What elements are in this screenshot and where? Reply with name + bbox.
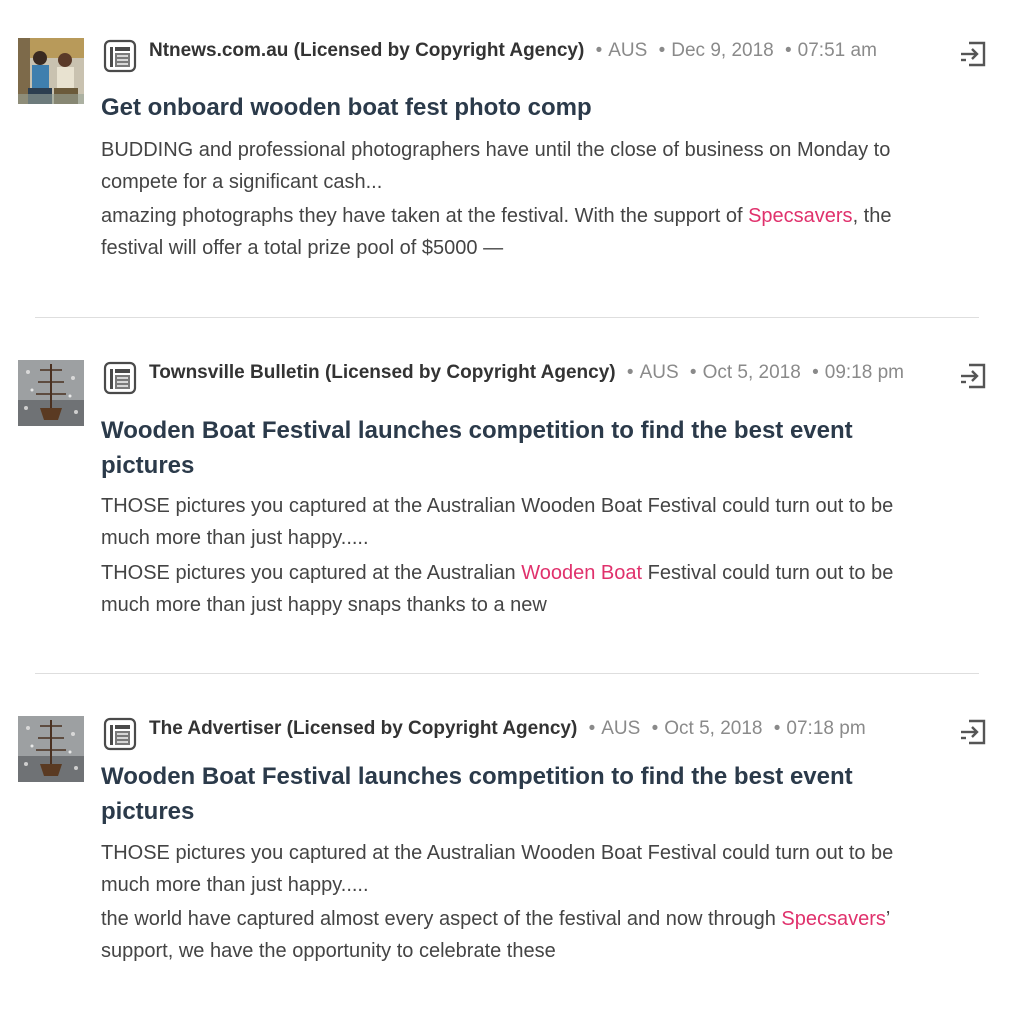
- boat-photo-thumbnail[interactable]: [18, 716, 84, 782]
- boat-photo-thumbnail[interactable]: [18, 360, 84, 426]
- meta-separator: •: [773, 718, 781, 739]
- article-snippet: the world have captured almost every asp…: [101, 903, 921, 967]
- meta-separator: •: [626, 362, 634, 383]
- article-summary: THOSE pictures you captured at the Austr…: [101, 842, 894, 896]
- article-time: 07:18 pm: [786, 718, 866, 739]
- article-source[interactable]: Townsville Bulletin (Licensed by Copyrig…: [149, 362, 616, 383]
- snippet-highlight: Specsavers: [748, 205, 853, 227]
- article-source[interactable]: Ntnews.com.au (Licensed by Copyright Age…: [149, 40, 584, 61]
- article-title[interactable]: Wooden Boat Festival launches competitio…: [101, 413, 941, 483]
- article-time: 09:18 pm: [824, 362, 904, 383]
- open-in-icon[interactable]: [957, 716, 989, 748]
- open-in-icon[interactable]: [957, 38, 989, 70]
- snippet-text: the world have captured almost every asp…: [101, 908, 782, 930]
- article-meta: The Advertiser (Licensed by Copyright Ag…: [149, 716, 939, 742]
- divider: [35, 317, 979, 318]
- newspaper-icon: [102, 360, 138, 396]
- article-source[interactable]: The Advertiser (Licensed by Copyright Ag…: [149, 718, 577, 739]
- meta-separator: •: [588, 718, 596, 739]
- snippet-highlight: Specsavers: [781, 908, 886, 930]
- article-date: Oct 5, 2018: [664, 718, 763, 739]
- article-summary: THOSE pictures you captured at the Austr…: [101, 495, 894, 549]
- divider: [35, 673, 979, 674]
- meta-separator: •: [595, 40, 603, 61]
- snippet-text: amazing photographs they have taken at t…: [101, 205, 749, 227]
- article-snippet: amazing photographs they have taken at t…: [101, 200, 921, 264]
- article-meta: Ntnews.com.au (Licensed by Copyright Age…: [149, 38, 939, 64]
- article-country: AUS: [601, 718, 641, 739]
- newspaper-icon: [102, 716, 138, 752]
- article-date: Dec 9, 2018: [671, 40, 774, 61]
- meta-separator: •: [785, 40, 792, 61]
- snippet-highlight: Wooden Boat: [521, 562, 643, 584]
- article-country: AUS: [639, 362, 679, 383]
- article-time: 07:51 am: [797, 40, 877, 61]
- article-date: Oct 5, 2018: [702, 362, 801, 383]
- meta-separator: •: [812, 362, 819, 383]
- meta-separator: •: [689, 362, 697, 383]
- meta-separator: •: [658, 40, 666, 61]
- article-summary: BUDDING and professional photographers h…: [101, 139, 891, 193]
- open-in-icon[interactable]: [957, 360, 989, 392]
- article-title[interactable]: Wooden Boat Festival launches competitio…: [101, 759, 941, 829]
- article-title[interactable]: Get onboard wooden boat fest photo comp: [101, 90, 941, 125]
- article-snippet: THOSE pictures you captured at the Austr…: [101, 557, 921, 621]
- meta-separator: •: [651, 718, 659, 739]
- article-country: AUS: [608, 40, 648, 61]
- people-photo-thumbnail[interactable]: [18, 38, 84, 104]
- newspaper-icon: [102, 38, 138, 74]
- snippet-text: THOSE pictures you captured at the Austr…: [101, 562, 522, 584]
- article-meta: Townsville Bulletin (Licensed by Copyrig…: [149, 360, 939, 386]
